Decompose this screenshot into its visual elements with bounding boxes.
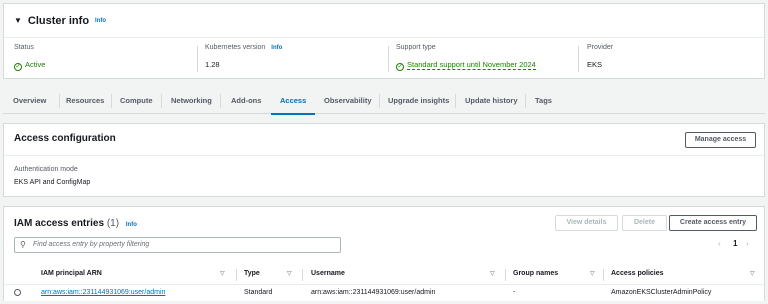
status-label: Status: [14, 44, 34, 51]
entry-access-policies: AmazonEKSClusterAdminPolicy: [611, 289, 712, 296]
k8s-version-label: Kubernetes version Info: [205, 44, 283, 51]
column-header-group-names[interactable]: Group names: [513, 270, 558, 277]
authentication-mode-value: EKS API and ConfigMap: [14, 179, 91, 186]
create-access-entry-button[interactable]: Create access entry: [669, 215, 757, 231]
column-divider: [603, 269, 604, 281]
access-configuration-title: Access configuration: [14, 133, 116, 144]
tab-observability[interactable]: Observability: [324, 88, 372, 114]
sort-icon[interactable]: ▽: [750, 270, 755, 277]
sort-icon[interactable]: ▽: [490, 270, 495, 277]
column-divider: [578, 46, 579, 72]
status-value: ✓ Active: [14, 60, 46, 71]
entry-type: Standard: [244, 289, 273, 296]
row-radio[interactable]: [14, 289, 21, 296]
table-header: IAM principal ARN ▽ Type ▽ Username ▽ Gr…: [4, 265, 764, 285]
iam-entries-info-link[interactable]: Info: [126, 222, 137, 228]
iam-access-entries-panel: IAM access entries (1) Info View details…: [3, 206, 765, 301]
access-configuration-panel: Access configuration Manage access Authe…: [3, 123, 765, 197]
column-divider: [388, 46, 389, 72]
access-configuration-header: Access configuration Manage access: [4, 124, 764, 156]
sort-icon[interactable]: ▽: [220, 270, 225, 277]
manage-access-button[interactable]: Manage access: [685, 132, 756, 148]
column-divider: [236, 269, 237, 281]
tab-tags[interactable]: Tags: [535, 88, 552, 114]
table-row[interactable]: arn:aws:iam::231144931069:user/admin Sta…: [4, 285, 764, 302]
k8s-version-column: Kubernetes version Info 1.28: [205, 44, 282, 74]
page-number[interactable]: 1: [733, 239, 737, 248]
cluster-info-header[interactable]: ▼ Cluster info Info: [4, 4, 764, 38]
tab-separator: [525, 94, 526, 108]
delete-button[interactable]: Delete: [622, 215, 667, 231]
sort-icon[interactable]: ▽: [287, 270, 292, 277]
check-circle-icon: ✓: [396, 63, 404, 71]
tab-separator: [220, 94, 221, 108]
cluster-info-panel: ▼ Cluster info Info Status ✓ Active Kuber…: [3, 3, 765, 79]
tab-resources[interactable]: Resources: [66, 88, 104, 114]
support-type-value[interactable]: ✓ Standard support until November 2024: [396, 60, 536, 71]
principal-arn-link[interactable]: arn:aws:iam::231144931069:user/admin: [41, 289, 165, 296]
column-divider: [302, 269, 303, 281]
column-divider: [505, 269, 506, 281]
support-type-label: Support type: [396, 44, 436, 51]
provider-column: Provider EKS: [587, 44, 613, 74]
tab-overview[interactable]: Overview: [13, 88, 46, 114]
caret-down-icon[interactable]: ▼: [14, 16, 22, 25]
tab-separator: [379, 94, 380, 108]
view-details-button[interactable]: View details: [555, 215, 618, 231]
tab-separator: [161, 94, 162, 108]
search-input[interactable]: ⚲ Find access entry by property filterin…: [14, 237, 341, 253]
provider-value: EKS: [587, 60, 603, 69]
authentication-mode-label: Authentication mode: [14, 166, 78, 173]
column-divider: [197, 46, 198, 72]
chevron-right-icon[interactable]: ›: [746, 239, 749, 248]
search-icon: ⚲: [20, 240, 26, 249]
tab-add-ons[interactable]: Add-ons: [231, 88, 261, 114]
sort-icon[interactable]: ▽: [590, 270, 595, 277]
cluster-info-columns: Status ✓ Active Kubernetes version Info 1…: [4, 44, 764, 76]
cluster-info-title: Cluster info: [27, 14, 90, 27]
column-header-type[interactable]: Type: [244, 270, 260, 277]
iam-access-entries-title: IAM access entries (1) Info: [14, 218, 137, 229]
check-circle-icon: ✓: [14, 63, 22, 71]
tab-access[interactable]: Access: [270, 88, 316, 115]
tab-separator: [455, 94, 456, 108]
tab-compute[interactable]: Compute: [120, 88, 153, 114]
entry-username: arn:aws:iam::231144931069:user/admin: [311, 289, 436, 296]
tab-networking[interactable]: Networking: [171, 88, 212, 114]
entries-count: (1): [106, 218, 120, 229]
column-header-username[interactable]: Username: [311, 270, 345, 277]
entry-group-names: -: [513, 289, 516, 296]
column-header-arn[interactable]: IAM principal ARN: [41, 270, 102, 277]
k8s-version-value: 1.28: [205, 60, 220, 69]
tab-separator: [111, 94, 112, 108]
column-header-access-policies[interactable]: Access policies: [611, 270, 664, 277]
search-placeholder: Find access entry by property filtering: [33, 241, 150, 248]
tab-update-history[interactable]: Update history: [465, 88, 518, 114]
cluster-tabs: Overview Resources Compute Networking Ad…: [3, 88, 765, 115]
provider-label: Provider: [587, 44, 614, 51]
tab-upgrade-insights[interactable]: Upgrade insights: [388, 88, 449, 114]
cluster-info-info-link[interactable]: Info: [95, 18, 106, 24]
tab-separator: [59, 94, 60, 108]
k8s-version-info-link[interactable]: Info: [271, 45, 282, 51]
status-column: Status ✓ Active: [14, 44, 45, 74]
support-type-column: Support type ✓ Standard support until Nov…: [396, 44, 536, 74]
chevron-left-icon[interactable]: ‹: [718, 239, 721, 248]
